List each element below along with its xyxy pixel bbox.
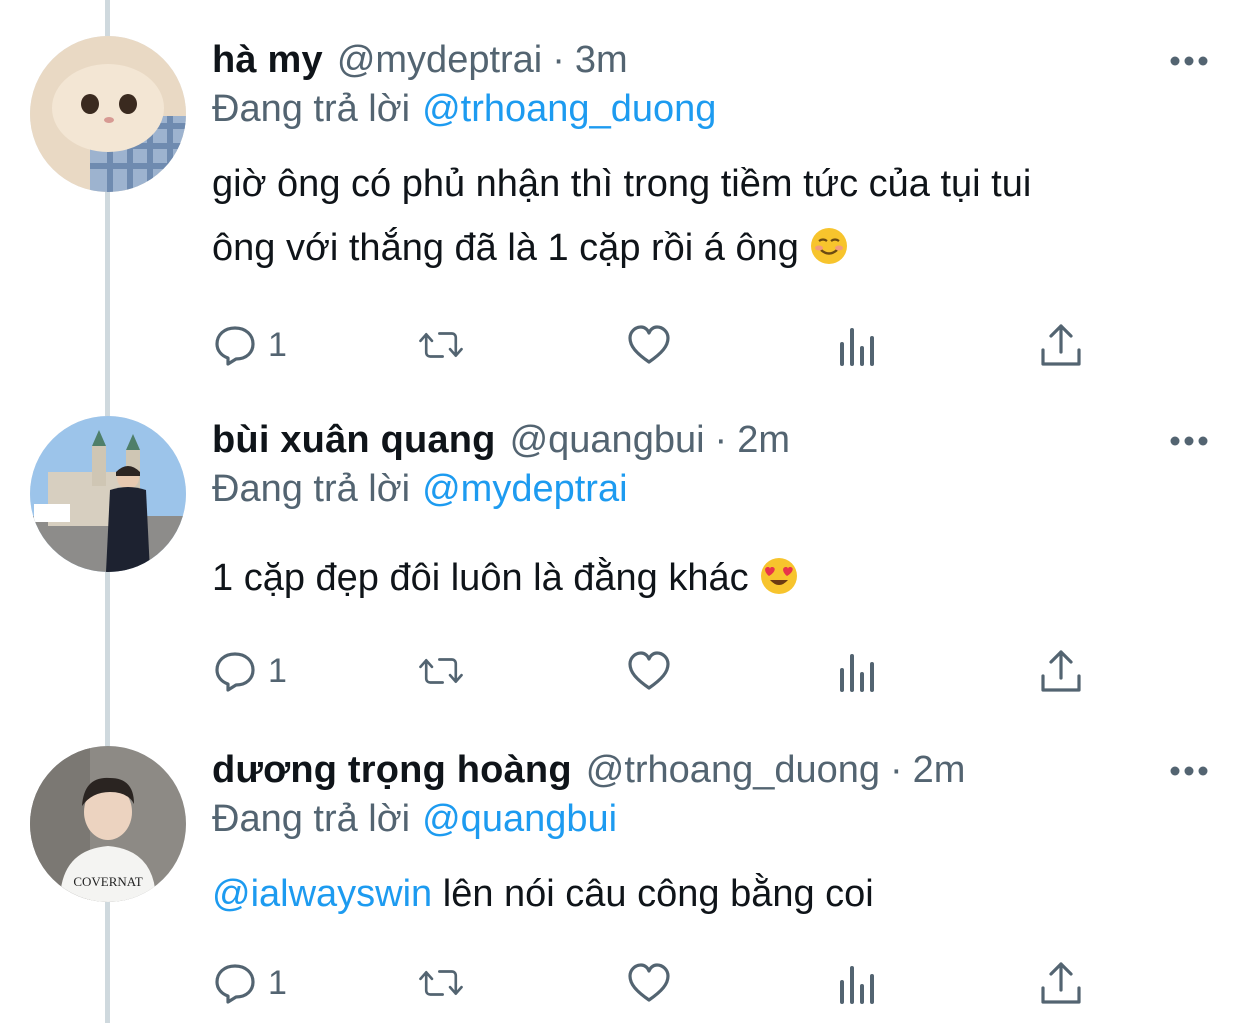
share-icon	[1041, 962, 1081, 1004]
views-icon	[840, 328, 874, 366]
avatar[interactable]	[30, 416, 186, 572]
replying-to-label: Đang trả lời	[212, 798, 411, 840]
views-icon	[840, 966, 874, 1004]
replying-to-link[interactable]: @quangbui	[422, 798, 617, 840]
tweet-header: bùi xuân quang @quangbui · 2m	[212, 416, 790, 464]
smiling-face-emoji	[810, 228, 847, 264]
replying-to: Đang trả lời @quangbui	[212, 798, 617, 841]
user-handle[interactable]: @trhoang_duong	[586, 749, 880, 792]
views-button[interactable]	[834, 958, 880, 1008]
reply-icon	[215, 326, 255, 366]
display-name[interactable]: dương trọng hoàng	[212, 749, 572, 792]
tweet-text: 1 cặp đẹp đôi luôn là đằng khác	[212, 546, 1202, 610]
tweet-text-line: 1 cặp đẹp đôi luôn là đằng khác	[212, 557, 749, 599]
reply-icon	[215, 652, 255, 692]
replying-to: Đang trả lời @mydeptrai	[212, 468, 628, 511]
tweet-actions: 1	[212, 958, 1092, 1008]
like-icon	[628, 325, 670, 364]
avatar[interactable]: COVERNAT	[30, 746, 186, 902]
heart-eyes-emoji	[760, 558, 797, 594]
display-name[interactable]: bùi xuân quang	[212, 419, 496, 462]
tweet-header: hà my @mydeptrai · 3m	[212, 36, 628, 84]
like-button[interactable]	[626, 320, 672, 370]
replying-to-link[interactable]: @mydeptrai	[422, 468, 627, 510]
timestamp[interactable]: 3m	[575, 39, 628, 82]
mention-link[interactable]: @ialwayswin	[212, 873, 432, 915]
more-icon[interactable]	[1168, 430, 1210, 452]
reply-button[interactable]: 1	[212, 646, 287, 696]
tweet-actions: 1	[212, 646, 1092, 696]
replying-to: Đang trả lời @trhoang_duong	[212, 88, 716, 131]
display-name[interactable]: hà my	[212, 39, 323, 82]
more-icon[interactable]	[1168, 760, 1210, 782]
shirt-text: COVERNAT	[73, 874, 142, 889]
share-button[interactable]	[1038, 320, 1084, 370]
retweet-button[interactable]	[418, 646, 464, 696]
reply-count: 1	[268, 325, 287, 364]
share-button[interactable]	[1038, 958, 1084, 1008]
reply-icon	[215, 964, 255, 1004]
reply-button[interactable]: 1	[212, 320, 287, 370]
user-handle[interactable]: @quangbui	[510, 419, 705, 462]
retweet-button[interactable]	[418, 320, 464, 370]
replying-to-label: Đang trả lời	[212, 468, 411, 510]
more-icon[interactable]	[1168, 50, 1210, 72]
share-icon	[1041, 650, 1081, 692]
tweet-text-rest: lên nói câu công bằng coi	[432, 873, 874, 915]
views-button[interactable]	[834, 320, 880, 370]
like-icon	[628, 651, 670, 690]
replying-to-label: Đang trả lời	[212, 88, 411, 130]
share-button[interactable]	[1038, 646, 1084, 696]
avatar[interactable]	[30, 36, 186, 192]
tweet-text-line: giờ ông có phủ nhận thì trong tiềm tức c…	[212, 163, 1032, 205]
tweet-text-line: ông với thắng đã là 1 cặp rồi á ông	[212, 227, 799, 269]
views-button[interactable]	[834, 646, 880, 696]
like-button[interactable]	[626, 646, 672, 696]
retweet-icon	[419, 970, 463, 996]
separator: ·	[890, 748, 903, 791]
separator: ·	[714, 418, 728, 461]
tweet-text: giờ ông có phủ nhận thì trong tiềm tức c…	[212, 152, 1202, 280]
tweet-text: @ialwayswin lên nói câu công bằng coi	[212, 862, 1202, 926]
like-icon	[628, 963, 670, 1002]
retweet-icon	[419, 332, 463, 358]
reply-count: 1	[268, 963, 287, 1002]
like-button[interactable]	[626, 958, 672, 1008]
replying-to-link[interactable]: @trhoang_duong	[422, 88, 716, 130]
views-icon	[840, 654, 874, 692]
tweet-header: dương trọng hoàng @trhoang_duong · 2m	[212, 746, 965, 794]
reply-count: 1	[268, 651, 287, 690]
reply-button[interactable]: 1	[212, 958, 287, 1008]
tweet-actions: 1	[212, 320, 1092, 370]
user-handle[interactable]: @mydeptrai	[337, 39, 542, 82]
retweet-button[interactable]	[418, 958, 464, 1008]
share-icon	[1041, 324, 1081, 366]
retweet-icon	[419, 658, 463, 684]
timestamp[interactable]: 2m	[913, 749, 966, 792]
timestamp[interactable]: 2m	[737, 419, 790, 462]
separator: ·	[552, 38, 565, 81]
